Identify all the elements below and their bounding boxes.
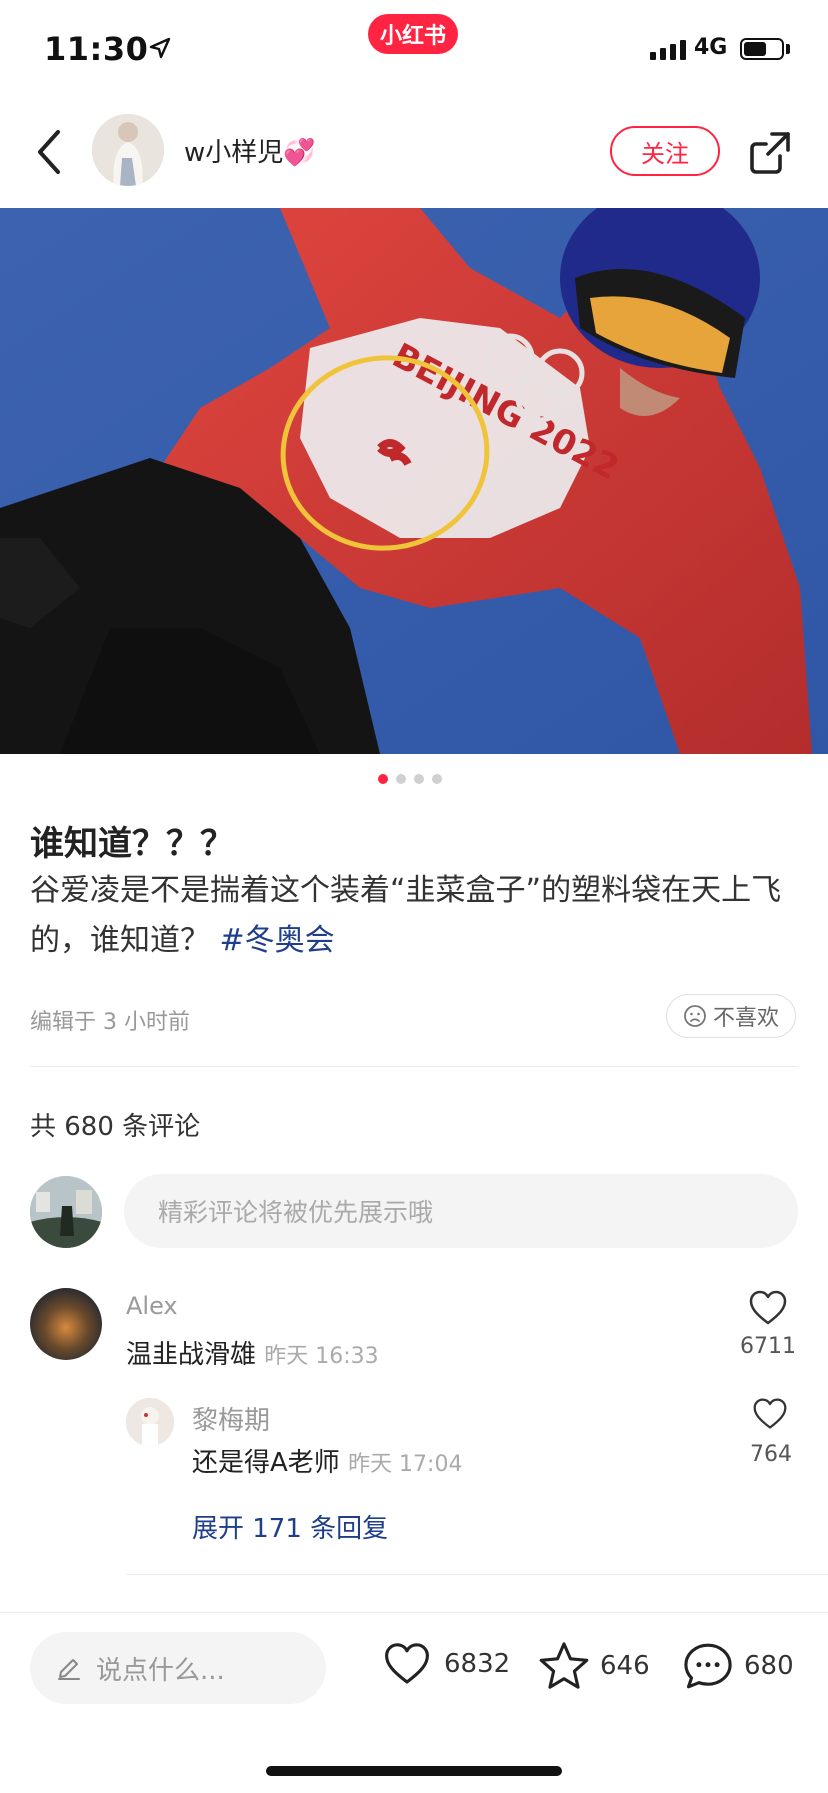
reply-author[interactable]: 黎梅期 bbox=[192, 1400, 270, 1437]
network-type: 4G bbox=[694, 35, 728, 60]
sad-face-icon bbox=[684, 1005, 706, 1027]
comment-text: 温韭战滑雄 昨天 16:33 bbox=[126, 1334, 379, 1371]
say-something-input[interactable]: 说点什么... bbox=[30, 1632, 326, 1704]
author-avatar[interactable] bbox=[92, 114, 164, 186]
signal-icon bbox=[650, 40, 686, 60]
reply-body: 还是得A老师 bbox=[192, 1448, 340, 1478]
dislike-label: 不喜欢 bbox=[712, 1006, 779, 1031]
my-avatar bbox=[30, 1176, 102, 1248]
divider bbox=[30, 1066, 798, 1067]
dislike-button[interactable]: 不喜欢 bbox=[666, 994, 796, 1038]
edit-time: 编辑于 3 小时前 bbox=[30, 1010, 190, 1035]
post-body: 谷爱凌是不是揣着这个装着“韭菜盒子”的塑料袋在天上飞的，谁知道？ #冬奥会 bbox=[30, 866, 800, 966]
back-button[interactable] bbox=[28, 124, 72, 180]
divider bbox=[126, 1574, 828, 1575]
comment-like-count: 6711 bbox=[740, 1334, 796, 1359]
comment-count-bottom: 680 bbox=[744, 1651, 794, 1681]
reply-avatar[interactable] bbox=[126, 1398, 174, 1446]
post-body-text: 谷爱凌是不是揣着这个装着“韭菜盒子”的塑料袋在天上飞的，谁知道？ bbox=[30, 873, 782, 958]
author-name[interactable]: w小样児💞 bbox=[184, 132, 316, 169]
commenter-avatar[interactable] bbox=[30, 1288, 102, 1360]
like-count: 6832 bbox=[444, 1649, 511, 1679]
say-something-placeholder: 说点什么... bbox=[96, 1655, 225, 1686]
reply-time: 昨天 17:04 bbox=[348, 1452, 463, 1477]
comment-body: 温韭战滑雄 bbox=[126, 1340, 257, 1370]
comment-bubble-icon bbox=[684, 1643, 732, 1689]
favorite-count: 646 bbox=[600, 1651, 650, 1681]
heart-icon bbox=[385, 1643, 429, 1684]
page-dot-active bbox=[378, 774, 388, 784]
page-dot bbox=[396, 774, 406, 784]
comment-button[interactable]: 680 bbox=[682, 1640, 794, 1692]
share-icon[interactable] bbox=[748, 130, 792, 174]
follow-button[interactable]: 关注 bbox=[610, 126, 720, 176]
favorite-button[interactable]: 646 bbox=[538, 1640, 650, 1692]
page-dot bbox=[432, 774, 442, 784]
post-image[interactable]: BEIJING 2022 bbox=[0, 208, 828, 754]
like-button[interactable]: 6832 bbox=[380, 1640, 510, 1688]
page-dot bbox=[414, 774, 424, 784]
pencil-icon bbox=[58, 1659, 80, 1680]
comment-count: 共 680 条评论 bbox=[30, 1112, 201, 1142]
location-arrow-icon bbox=[149, 37, 171, 59]
battery-icon bbox=[740, 38, 784, 60]
post-title: 谁知道？？？ bbox=[30, 824, 234, 864]
status-time: 11:30 bbox=[44, 30, 149, 68]
app-badge: 小红书 bbox=[368, 14, 458, 54]
battery-tip bbox=[786, 44, 790, 54]
commenter-name[interactable]: Alex bbox=[126, 1292, 178, 1320]
comment-input[interactable]: 精彩评论将被优先展示哦 bbox=[124, 1174, 798, 1248]
reply-like-count: 764 bbox=[750, 1442, 792, 1467]
star-icon bbox=[539, 1642, 589, 1689]
home-indicator[interactable] bbox=[266, 1766, 562, 1776]
heart-icon[interactable] bbox=[748, 1288, 788, 1328]
reply-text: 还是得A老师 昨天 17:04 bbox=[192, 1442, 462, 1479]
hashtag-link[interactable]: #冬奥会 bbox=[220, 923, 335, 958]
expand-replies-link[interactable]: 展开 171 条回复 bbox=[192, 1508, 388, 1545]
comment-time: 昨天 16:33 bbox=[264, 1344, 379, 1369]
image-pagination bbox=[378, 774, 442, 784]
heart-icon[interactable] bbox=[752, 1396, 788, 1432]
